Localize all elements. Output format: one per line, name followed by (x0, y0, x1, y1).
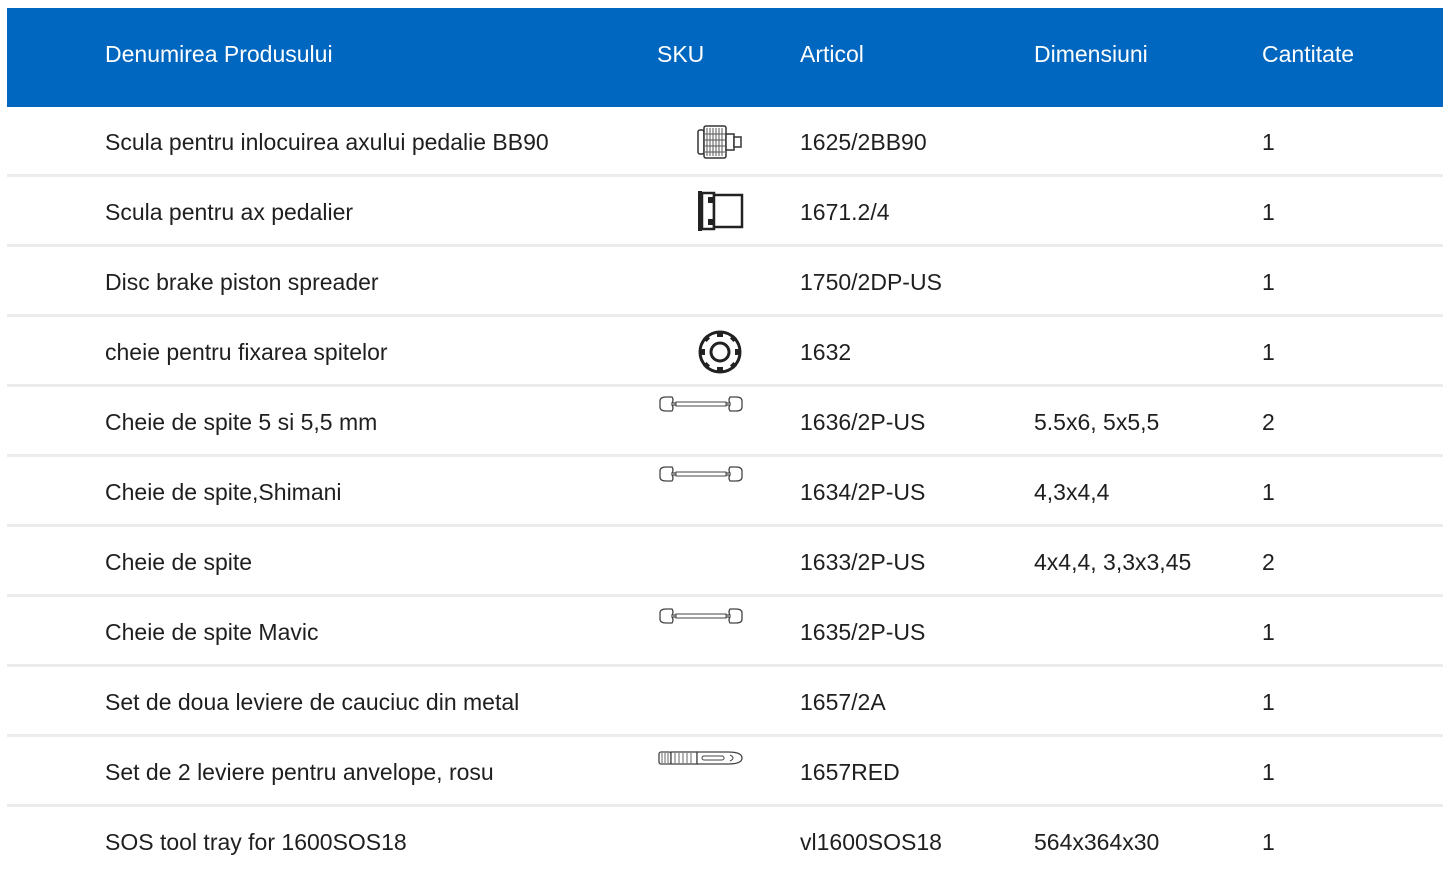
product-name[interactable]: Cheie de spite Mavic (105, 597, 319, 667)
table-row: Scula pentru ax pedalier 1671.2/4 1 (7, 177, 1443, 247)
product-name[interactable]: Cheie de spite,Shimani (105, 457, 342, 527)
table-row: Set de doua leviere de cauciuc din metal… (7, 667, 1443, 737)
table-row: Cheie de spite 1633/2P-US 4x4,4, 3,3x3,4… (7, 527, 1443, 597)
header-article[interactable]: Articol (800, 8, 864, 107)
table-body: Scula pentru inlocuirea axului pedalie B… (7, 107, 1443, 877)
table-header: Denumirea Produsului SKU Articol Dimensi… (7, 8, 1443, 107)
quantity: 1 (1262, 129, 1275, 155)
bottom-bracket-tool-icon (696, 189, 744, 233)
header-name[interactable]: Denumirea Produsului (105, 8, 333, 107)
product-name[interactable]: Scula pentru inlocuirea axului pedalie B… (105, 107, 549, 177)
article-code: vl1600SOS18 (800, 829, 942, 855)
quantity: 2 (1262, 549, 1275, 575)
article-code: 1625/2BB90 (800, 129, 927, 155)
spoke-wrench-icon (658, 466, 744, 484)
table-row: Cheie de spite Mavic 1635/2P-US 1 (7, 597, 1443, 667)
product-name[interactable]: Disc brake piston spreader (105, 247, 379, 317)
quantity: 1 (1262, 689, 1275, 715)
product-table: Denumirea Produsului SKU Articol Dimensi… (7, 8, 1443, 877)
table-row: Scula pentru inlocuirea axului pedalie B… (7, 107, 1443, 177)
table-row: Set de 2 leviere pentru anvelope, rosu 1… (7, 737, 1443, 807)
product-name[interactable]: Set de 2 leviere pentru anvelope, rosu (105, 737, 494, 807)
spoke-wrench-icon (658, 608, 744, 626)
table-row: cheie pentru fixarea spitelor 1632 1 (7, 317, 1443, 387)
dimensions: 5.5x6, 5x5,5 (1034, 409, 1160, 435)
spoke-wrench-icon (658, 396, 744, 414)
product-name[interactable]: Cheie de spite (105, 527, 252, 597)
dimensions: 4x4,4, 3,3x3,45 (1034, 549, 1192, 575)
dimensions: 4,3x4,4 (1034, 479, 1110, 505)
article-code: 1657RED (800, 759, 900, 785)
header-sku[interactable]: SKU (657, 8, 704, 107)
article-code: 1750/2DP-US (800, 269, 942, 295)
product-name[interactable]: Set de doua leviere de cauciuc din metal (105, 667, 519, 737)
quantity: 1 (1262, 759, 1275, 785)
article-code: 1633/2P-US (800, 549, 926, 575)
lockring-tool-icon (697, 329, 743, 375)
header-quantity[interactable]: Cantitate (1262, 8, 1354, 107)
article-code: 1632 (800, 339, 852, 365)
product-name[interactable]: Scula pentru ax pedalier (105, 177, 353, 247)
table-row: Cheie de spite,Shimani 1634/2P-US 4,3x4,… (7, 457, 1443, 527)
article-code: 1635/2P-US (800, 619, 926, 645)
tire-lever-icon (658, 749, 744, 767)
table-row: SOS tool tray for 1600SOS18 vl1600SOS18 … (7, 807, 1443, 877)
dimensions: 564x364x30 (1034, 829, 1160, 855)
article-code: 1636/2P-US (800, 409, 926, 435)
article-code: 1657/2A (800, 689, 886, 715)
quantity: 1 (1262, 619, 1275, 645)
quantity: 1 (1262, 829, 1275, 855)
product-name[interactable]: Cheie de spite 5 si 5,5 mm (105, 387, 377, 457)
quantity: 1 (1262, 479, 1275, 505)
header-dimensions[interactable]: Dimensiuni (1034, 8, 1148, 107)
quantity: 2 (1262, 409, 1275, 435)
quantity: 1 (1262, 199, 1275, 225)
product-name[interactable]: SOS tool tray for 1600SOS18 (105, 807, 407, 877)
table-row: Disc brake piston spreader 1750/2DP-US 1 (7, 247, 1443, 317)
article-code: 1634/2P-US (800, 479, 926, 505)
quantity: 1 (1262, 339, 1275, 365)
table-row: Cheie de spite 5 si 5,5 mm 1636/2P-US 5.… (7, 387, 1443, 457)
quantity: 1 (1262, 269, 1275, 295)
product-name[interactable]: cheie pentru fixarea spitelor (105, 317, 388, 387)
bb90-tool-icon (697, 122, 743, 162)
article-code: 1671.2/4 (800, 199, 890, 225)
